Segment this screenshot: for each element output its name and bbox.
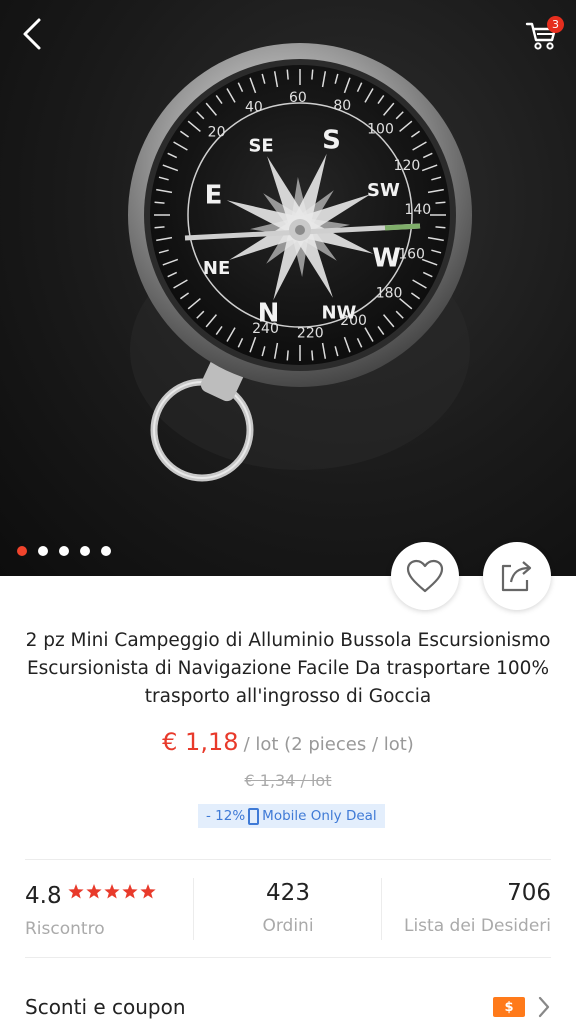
coupon-tag-icon: $ [493, 997, 525, 1017]
wishlist-value: 706 [507, 880, 551, 906]
original-price: € 1,34 / lot [244, 771, 332, 790]
compass-degree-label: 140 [404, 202, 431, 218]
deal-discount: - 12% [206, 808, 246, 824]
compass-tick [311, 350, 314, 361]
chevron-left-icon [23, 18, 41, 50]
compass-degree-label: 120 [394, 158, 421, 174]
back-button[interactable] [14, 14, 50, 54]
compass-direction-label: S [322, 126, 341, 156]
compass-tick [154, 201, 165, 204]
rating-value: 4.8 [25, 883, 62, 909]
compass-degree-label: 60 [289, 90, 307, 106]
compass-direction-label: N [258, 299, 280, 329]
star-icon [85, 884, 102, 899]
rating-label: Riscontro [25, 919, 105, 939]
cart-button[interactable]: 3 [522, 14, 564, 54]
product-image-gallery[interactable]: 20 40 60 80 100 120 140 160 180 200 220 240 S SW W NW N… [0, 0, 576, 576]
cart-count-badge: 3 [547, 16, 564, 33]
star-icon [103, 884, 120, 899]
compass-tick [286, 350, 289, 361]
heart-icon [406, 559, 444, 593]
chevron-right-icon [538, 996, 550, 1018]
compass-direction-label: SW [367, 180, 400, 201]
compass-tick [154, 226, 165, 229]
wishlist-label: Lista dei Desideri [403, 916, 551, 936]
compass-direction-label: NE [203, 258, 230, 279]
divider [25, 859, 551, 860]
compass-degree-label: 220 [297, 326, 324, 342]
compass-degree-label: 80 [333, 98, 351, 114]
star-icon [121, 884, 138, 899]
gallery-dot[interactable] [17, 546, 27, 556]
wishlist-stat: 706 Lista dei Desideri [404, 880, 551, 940]
price: € 1,18 [162, 728, 239, 756]
compass-tick [435, 201, 446, 204]
product-title: 2 pz Mini Campeggio di Alluminio Bussola… [25, 630, 551, 707]
gallery-dot[interactable] [38, 546, 48, 556]
gallery-pagination [17, 546, 111, 556]
coupons-label: Sconti e coupon [25, 995, 186, 1019]
compass-degree-label: 180 [376, 285, 403, 301]
divider [25, 957, 551, 958]
compass-degree-label: 160 [398, 246, 425, 262]
gallery-dot[interactable] [80, 546, 90, 556]
compass-tick [435, 226, 446, 229]
share-icon [501, 561, 532, 592]
compass-direction-label: W [372, 244, 401, 274]
orders-value: 423 [266, 880, 310, 906]
compass-degree-label: 40 [245, 99, 263, 115]
compass-tick [286, 69, 289, 80]
product-photo-compass: 204060 80100120140160180200220240 SSWWNWN… [128, 43, 472, 482]
rating-stat[interactable]: 4.8 Riscontro [25, 880, 158, 940]
price-row: € 1,18 / lot (2 pieces / lot) [0, 728, 576, 756]
gallery-dot[interactable] [59, 546, 69, 556]
compass-degree-label: 100 [367, 122, 394, 138]
star-icon [139, 884, 156, 899]
compass-direction-label: NW [321, 302, 356, 323]
wishlist-button[interactable] [391, 542, 459, 610]
rating-stars [67, 880, 158, 906]
gallery-dot[interactable] [101, 546, 111, 556]
price-unit: / lot (2 pieces / lot) [243, 734, 414, 755]
phone-icon [248, 807, 260, 825]
coupons-row[interactable]: Sconti e coupon $ [25, 990, 551, 1024]
compass-direction-label: E [205, 181, 223, 211]
compass-degree-label: 20 [208, 125, 226, 141]
compass-tick [311, 69, 314, 80]
stat-separator [381, 878, 382, 940]
orders-label: Ordini [262, 916, 314, 936]
compass-direction-label: SE [248, 136, 273, 157]
star-icon [67, 884, 84, 899]
share-button[interactable] [483, 542, 551, 610]
orders-stat: 423 Ordini [194, 880, 382, 940]
mobile-deal-badge: - 12% Mobile Only Deal [198, 804, 385, 828]
deal-label: Mobile Only Deal [262, 808, 377, 824]
product-page: 20 40 60 80 100 120 140 160 180 200 220 240 S SW W NW N… [0, 0, 576, 1024]
